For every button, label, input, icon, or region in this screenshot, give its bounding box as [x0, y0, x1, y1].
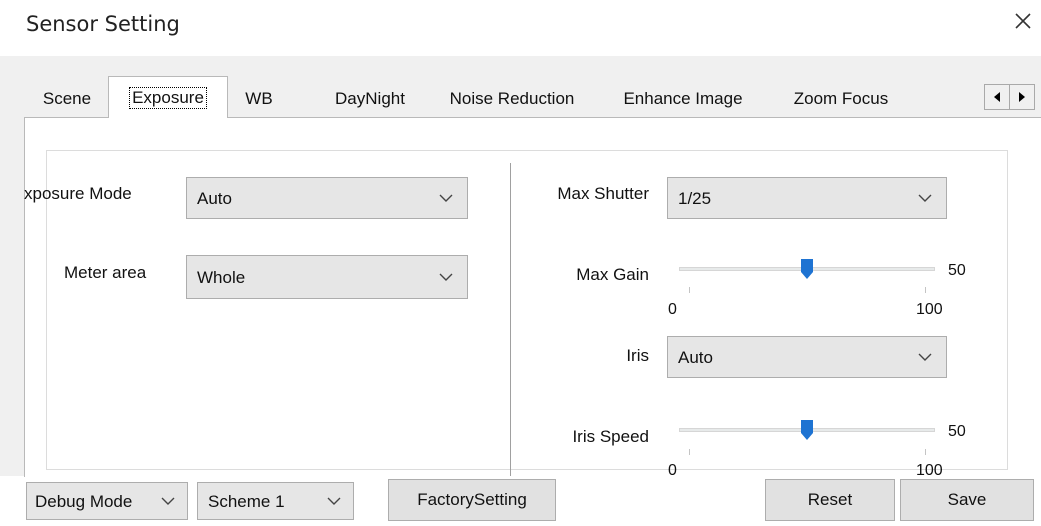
chevron-down-icon — [161, 497, 175, 506]
max-gain-slider[interactable] — [679, 259, 935, 280]
max-gain-label: Max Gain — [576, 265, 649, 284]
slider-tick — [689, 449, 690, 455]
column-divider — [510, 163, 511, 476]
tab-scroll-arrows — [984, 84, 1041, 110]
tab-enhance-image[interactable]: Enhance Image — [603, 81, 763, 117]
chevron-down-icon — [439, 273, 453, 282]
tab-daynight[interactable]: DayNight — [316, 81, 424, 117]
max-gain-value: 50 — [948, 262, 966, 279]
slider-thumb[interactable] — [801, 420, 813, 440]
tab-wb[interactable]: WB — [230, 81, 288, 117]
slider-tick — [925, 449, 926, 455]
max-gain-max: 100 — [916, 301, 943, 318]
chevron-down-icon — [327, 497, 341, 506]
meter-area-value: Whole — [197, 268, 246, 287]
meter-area-label: Meter area — [64, 263, 147, 282]
max-gain-min: 0 — [668, 301, 677, 318]
meter-area-select[interactable]: Whole — [186, 255, 468, 299]
tab-exposure-label: Exposure — [129, 87, 207, 109]
debug-mode-select[interactable]: Debug Mode — [26, 482, 188, 520]
chevron-down-icon — [439, 194, 453, 203]
reset-button[interactable]: Reset — [765, 479, 895, 521]
iris-speed-slider[interactable] — [679, 420, 935, 441]
slider-tick — [925, 287, 926, 293]
debug-mode-value: Debug Mode — [35, 492, 133, 511]
window-title: Sensor Setting — [26, 12, 180, 36]
tab-scene[interactable]: Scene — [30, 81, 104, 117]
scheme-select[interactable]: Scheme 1 — [197, 482, 354, 520]
save-button[interactable]: Save — [900, 479, 1034, 521]
scheme-value: Scheme 1 — [208, 492, 285, 511]
iris-speed-max: 100 — [916, 462, 943, 479]
iris-speed-value: 50 — [948, 423, 966, 440]
iris-select[interactable]: Auto — [667, 336, 947, 378]
tab-exposure[interactable]: Exposure — [108, 76, 228, 118]
iris-value: Auto — [678, 348, 713, 367]
max-shutter-value: 1/25 — [678, 189, 712, 208]
iris-label: Iris — [626, 346, 649, 365]
arrow-left-icon[interactable] — [984, 84, 1010, 110]
exposure-mode-label: xposure Mode — [24, 184, 132, 203]
slider-tick — [689, 287, 690, 293]
exposure-mode-value: Auto — [197, 189, 232, 208]
arrow-right-icon[interactable] — [1009, 84, 1035, 110]
close-icon[interactable] — [1008, 6, 1038, 36]
iris-speed-label: Iris Speed — [572, 427, 649, 446]
exposure-mode-select[interactable]: Auto — [186, 177, 468, 219]
tab-zoom-focus[interactable]: Zoom Focus — [771, 81, 911, 117]
slider-thumb[interactable] — [801, 259, 813, 279]
chevron-down-icon — [918, 353, 932, 362]
tab-noise-reduction[interactable]: Noise Reduction — [426, 81, 598, 117]
chevron-down-icon — [918, 194, 932, 203]
iris-speed-min: 0 — [668, 462, 677, 479]
factory-setting-button[interactable]: FactorySetting — [388, 479, 556, 521]
max-shutter-select[interactable]: 1/25 — [667, 177, 947, 219]
max-shutter-label: Max Shutter — [557, 184, 649, 203]
